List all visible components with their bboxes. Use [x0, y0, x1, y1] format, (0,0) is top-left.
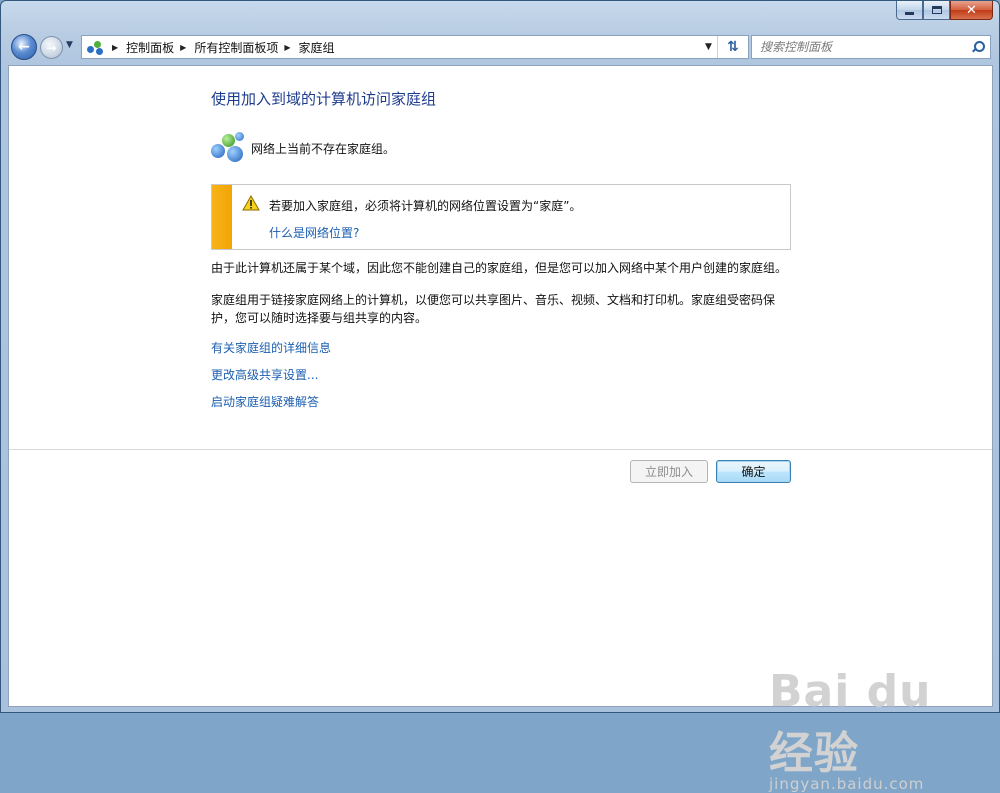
homegroup-icon	[211, 132, 245, 164]
close-icon: ✕	[966, 2, 977, 18]
arrow-right-icon: →	[46, 40, 57, 55]
maximize-button[interactable]	[923, 1, 950, 20]
notice-text: 若要加入家庭组，必须将计算机的网络位置设置为“家庭”。	[269, 199, 582, 213]
divider	[9, 449, 992, 450]
control-panel-icon	[86, 38, 106, 56]
control-panel-window: ✕ ← → ▼ ▶ 控制面板 ▶ 所有控制面板项 ▶ 家庭组 ▼ ⇅ 使用加	[0, 0, 1000, 793]
breadcrumb-separator[interactable]: ▶	[180, 43, 186, 52]
caption-buttons: ✕	[896, 1, 993, 20]
back-button[interactable]: ←	[11, 34, 37, 60]
navigation-bar: ← → ▼ ▶ 控制面板 ▶ 所有控制面板项 ▶ 家庭组 ▼ ⇅	[9, 33, 991, 61]
baidu-watermark: Bai du 经验 jingyan.baidu.com	[769, 666, 992, 793]
arrow-left-icon: ←	[18, 39, 30, 55]
ok-button[interactable]: 确定	[716, 460, 791, 483]
search-input[interactable]	[760, 40, 960, 54]
notice-body: 若要加入家庭组，必须将计算机的网络位置设置为“家庭”。 什么是网络位置?	[232, 185, 790, 249]
network-location-notice: 若要加入家庭组，必须将计算机的网络位置设置为“家庭”。 什么是网络位置?	[211, 184, 791, 250]
homegroup-details-link[interactable]: 有关家庭组的详细信息	[211, 339, 331, 356]
homegroup-status: 网络上当前不存在家庭组。	[211, 132, 395, 164]
domain-info-text: 由于此计算机还属于某个域，因此您不能创建自己的家庭组，但是您可以加入网络中某个用…	[211, 261, 788, 275]
watermark-url: jingyan.baidu.com	[769, 775, 925, 793]
address-dropdown[interactable]: ▼	[700, 36, 718, 58]
breadcrumb-all-items[interactable]: 所有控制面板项	[194, 39, 278, 56]
breadcrumb-homegroup[interactable]: 家庭组	[299, 39, 335, 56]
homegroup-description: 家庭组用于链接家庭网络上的计算机，以便您可以共享图片、音乐、视频、文档和打印机。…	[211, 293, 776, 325]
status-text: 网络上当前不存在家庭组。	[251, 141, 396, 156]
breadcrumb-control-panel[interactable]: 控制面板	[126, 39, 174, 56]
recent-pages-dropdown[interactable]: ▼	[66, 40, 73, 50]
advanced-sharing-settings-link[interactable]: 更改高级共享设置...	[211, 366, 318, 383]
content-pane: 使用加入到域的计算机访问家庭组 网络上当前不存在家庭组。 若要加入家庭组，必须将…	[8, 65, 993, 793]
minimize-icon	[905, 11, 914, 15]
minimize-button[interactable]	[896, 1, 923, 20]
watermark-logo: Bai du 经验	[769, 666, 932, 779]
maximize-icon	[931, 6, 942, 14]
refresh-icon: ⇅	[727, 39, 739, 55]
breadcrumb-label: 所有控制面板项	[194, 40, 279, 55]
breadcrumb-label: 控制面板	[126, 40, 175, 55]
page-title: 使用加入到域的计算机访问家庭组	[211, 90, 437, 108]
notice-accent-bar	[212, 185, 232, 249]
refresh-button[interactable]: ⇅	[718, 39, 748, 55]
search-icon[interactable]	[972, 41, 985, 53]
close-button[interactable]: ✕	[950, 1, 993, 20]
warning-icon	[242, 195, 260, 211]
network-location-help-link[interactable]: 什么是网络位置?	[269, 224, 359, 241]
breadcrumb-separator[interactable]: ▶	[284, 43, 290, 52]
search-box[interactable]	[751, 35, 991, 59]
join-now-button[interactable]: 立即加入	[630, 460, 708, 483]
forward-button[interactable]: →	[40, 36, 63, 59]
breadcrumb-separator[interactable]: ▶	[112, 43, 118, 52]
breadcrumb-label: 家庭组	[298, 40, 335, 55]
homegroup-troubleshooter-link[interactable]: 启动家庭组疑难解答	[211, 393, 319, 410]
address-bar[interactable]: ▶ 控制面板 ▶ 所有控制面板项 ▶ 家庭组 ▼ ⇅	[81, 35, 749, 59]
